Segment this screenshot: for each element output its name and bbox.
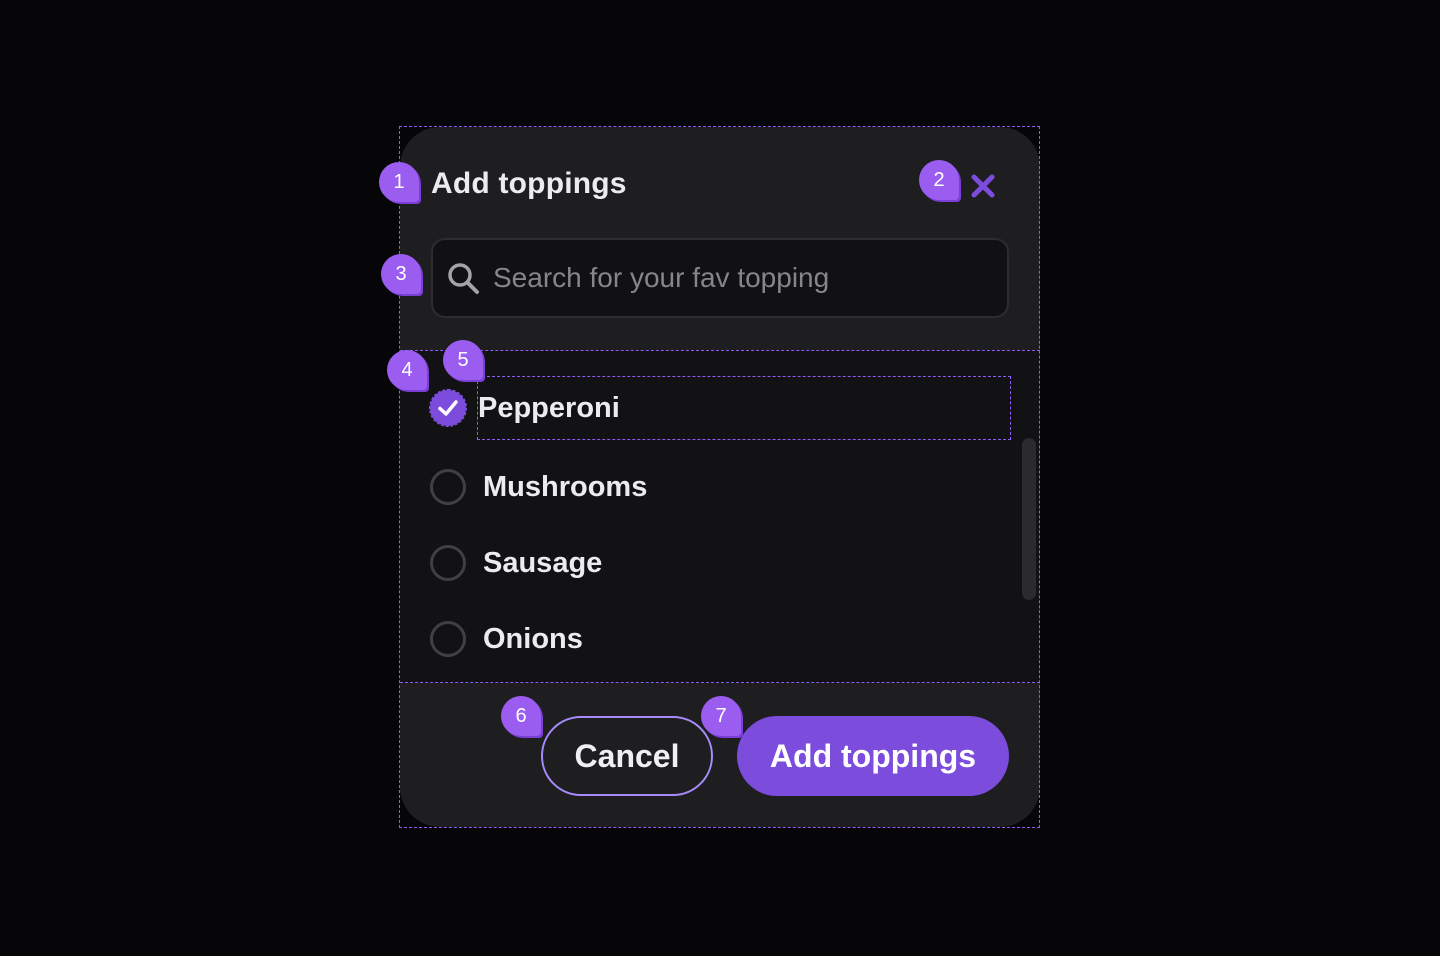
checkbox-checked[interactable] [429,389,467,427]
checkbox-unchecked[interactable] [430,621,466,657]
pepperoni-label-region[interactable]: Pepperoni [477,376,1011,440]
checkmark-icon [438,400,458,416]
search-input[interactable] [491,247,1007,309]
cancel-button[interactable]: Cancel [541,716,713,796]
close-button[interactable] [966,169,1000,203]
list-item-mushrooms[interactable]: Mushrooms [430,457,1010,517]
search-icon [445,260,481,296]
annotation-badge-6: 6 [501,696,541,736]
search-field[interactable] [431,238,1009,318]
annotation-badge-1: 1 [379,162,419,202]
list-item-label: Onions [483,622,583,655]
annotation-badge-4: 4 [387,350,427,390]
annotation-badge-5: 5 [443,340,483,380]
annotation-badge-2: 2 [919,160,959,200]
dialog-title: Add toppings [431,167,627,200]
close-icon [971,174,995,198]
toppings-list[interactable]: Pepperoni Mushrooms Sausage Onions [400,350,1040,683]
list-item-pepperoni[interactable]: Pepperoni [429,376,1011,440]
list-item-sausage[interactable]: Sausage [430,533,1010,593]
list-item-label: Mushrooms [483,470,648,503]
scrollbar[interactable] [1022,438,1036,600]
list-item-onions[interactable]: Onions [430,609,1010,669]
list-item-label: Pepperoni [478,391,620,424]
annotation-badge-3: 3 [381,254,421,294]
checkbox-unchecked[interactable] [430,469,466,505]
add-toppings-button[interactable]: Add toppings [737,716,1009,796]
annotation-badge-7: 7 [701,696,741,736]
checkbox-unchecked[interactable] [430,545,466,581]
list-item-label: Sausage [483,546,603,579]
